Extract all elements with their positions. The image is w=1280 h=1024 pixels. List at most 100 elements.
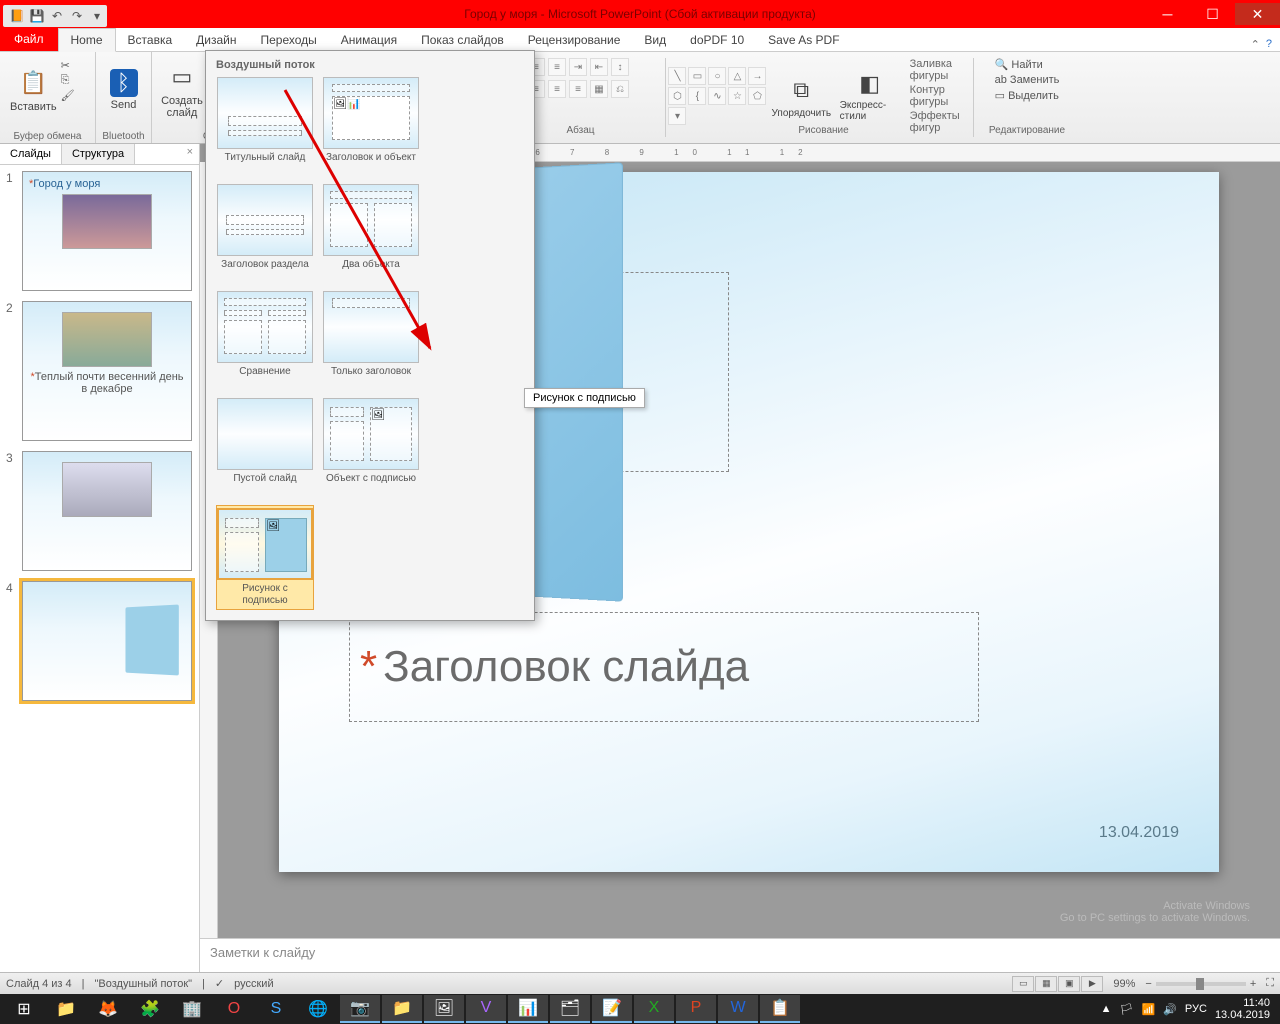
- app-icon-2[interactable]: 🏢: [172, 995, 212, 1023]
- tab-home[interactable]: Home: [58, 28, 116, 52]
- layout-option-comparison[interactable]: Сравнение: [216, 291, 314, 390]
- system-tray[interactable]: ▲ 🏳 📶 🔊 РУС 11:40 13.04.2019: [1101, 997, 1276, 1021]
- ribbon: 📋Вставить ✂ ⎘ 🖌 Буфер обмена ᛒSend Bluet…: [0, 52, 1280, 144]
- layout-option-title-slide[interactable]: Титульный слайд: [216, 77, 314, 176]
- status-language[interactable]: русский: [234, 978, 273, 990]
- select-button[interactable]: ▭ Выделить: [995, 89, 1060, 102]
- explorer-icon[interactable]: 📁: [46, 995, 86, 1023]
- taskbar-viber[interactable]: V: [466, 995, 506, 1023]
- chrome-icon[interactable]: 🌐: [298, 995, 338, 1023]
- taskbar-app-6[interactable]: 📋: [760, 995, 800, 1023]
- taskbar-app-4[interactable]: 📊: [508, 995, 548, 1023]
- taskbar-excel[interactable]: X: [634, 995, 674, 1023]
- taskbar-powerpoint[interactable]: P: [676, 995, 716, 1023]
- maximize-button[interactable]: ☐: [1190, 3, 1235, 25]
- panel-close-icon[interactable]: ×: [181, 144, 199, 164]
- opera-icon[interactable]: O: [214, 995, 254, 1023]
- tab-slides-panel[interactable]: Слайды: [0, 144, 62, 164]
- tray-time[interactable]: 11:40: [1215, 997, 1270, 1009]
- tray-flag-icon[interactable]: 🏳: [1120, 1003, 1134, 1016]
- zoom-slider[interactable]: −+: [1145, 978, 1256, 990]
- layout-tooltip: Рисунок с подписью: [524, 388, 645, 408]
- replace-button[interactable]: ab Заменить: [995, 74, 1060, 86]
- taskbar-app-5[interactable]: 🗂: [550, 995, 590, 1023]
- minimize-button[interactable]: ─: [1145, 3, 1190, 25]
- slideshow-view-button[interactable]: ▶: [1081, 976, 1103, 992]
- qat-more-icon[interactable]: ▾: [87, 6, 107, 26]
- close-button[interactable]: ✕: [1235, 3, 1280, 25]
- send-button[interactable]: ᛒSend: [102, 55, 145, 125]
- quick-styles-button[interactable]: ◧Экспресс-стили: [836, 68, 904, 124]
- redo-icon[interactable]: ↷: [67, 6, 87, 26]
- tray-network-icon[interactable]: 📶: [1142, 1003, 1156, 1016]
- shape-outline-button[interactable]: Контур фигуры: [910, 84, 979, 108]
- start-button[interactable]: ⊞: [4, 995, 44, 1023]
- find-button[interactable]: 🔍 Найти: [995, 58, 1060, 71]
- tray-language[interactable]: РУС: [1185, 1003, 1207, 1015]
- layout-option-picture-caption[interactable]: 🖼Рисунок с подписью: [216, 505, 314, 610]
- taskbar-word[interactable]: W: [718, 995, 758, 1023]
- layout-option-content-caption[interactable]: 🖼Объект с подписью: [322, 398, 420, 497]
- save-icon[interactable]: 💾: [27, 6, 47, 26]
- tab-animations[interactable]: Анимация: [329, 29, 409, 51]
- cut-icon[interactable]: ✂: [61, 59, 75, 72]
- fit-window-button[interactable]: ⛶: [1266, 977, 1274, 990]
- firefox-icon[interactable]: 🦊: [88, 995, 128, 1023]
- taskbar-notepad[interactable]: 📝: [592, 995, 632, 1023]
- title-placeholder[interactable]: *Заголовок слайда: [349, 612, 979, 722]
- help-icon[interactable]: ?: [1266, 38, 1272, 51]
- zoom-level[interactable]: 99%: [1113, 978, 1135, 990]
- layout-option-blank[interactable]: Пустой слайд: [216, 398, 314, 497]
- layout-option-section-header[interactable]: Заголовок раздела: [216, 184, 314, 283]
- view-buttons: ▭ ▦ ▣ ▶: [1012, 976, 1103, 992]
- arrange-icon: ⧉: [785, 74, 817, 106]
- new-slide-button[interactable]: ▭Создать слайд: [158, 55, 206, 125]
- new-slide-icon: ▭: [166, 61, 198, 93]
- layout-option-two-content[interactable]: Два объекта: [322, 184, 420, 283]
- tray-date[interactable]: 13.04.2019: [1215, 1009, 1270, 1021]
- app-icon[interactable]: 📙: [7, 6, 27, 26]
- layout-option-title-only[interactable]: Только заголовок: [322, 291, 420, 390]
- tab-file[interactable]: Файл: [0, 27, 58, 51]
- thumbnail-1[interactable]: *Город у моря: [22, 171, 192, 291]
- taskbar-app-3[interactable]: 🖼: [424, 995, 464, 1023]
- tab-design[interactable]: Дизайн: [184, 29, 248, 51]
- taskbar-app-2[interactable]: 📁: [382, 995, 422, 1023]
- paste-button[interactable]: 📋Вставить: [6, 55, 61, 125]
- group-bluetooth: Bluetooth: [96, 131, 151, 142]
- tab-view[interactable]: Вид: [632, 29, 678, 51]
- reading-view-button[interactable]: ▣: [1058, 976, 1080, 992]
- tab-slideshow[interactable]: Показ слайдов: [409, 29, 516, 51]
- ribbon-minimize-icon[interactable]: ⌃: [1251, 38, 1260, 51]
- thumbnail-2[interactable]: *Теплый почти весенний день в декабре: [22, 301, 192, 441]
- title-bar: 📙 💾 ↶ ↷ ▾ Город у моря - Microsoft Power…: [0, 0, 1280, 28]
- tab-insert[interactable]: Вставка: [116, 29, 185, 51]
- sorter-view-button[interactable]: ▦: [1035, 976, 1057, 992]
- tab-transitions[interactable]: Переходы: [248, 29, 328, 51]
- taskbar-app-1[interactable]: 📷: [340, 995, 380, 1023]
- quick-access-toolbar: 📙 💾 ↶ ↷ ▾: [3, 5, 107, 27]
- group-clipboard: Буфер обмена: [0, 131, 95, 142]
- thumbnail-3[interactable]: [22, 451, 192, 571]
- app-icon-1[interactable]: 🧩: [130, 995, 170, 1023]
- tray-up-icon[interactable]: ▲: [1101, 1003, 1112, 1015]
- tab-outline-panel[interactable]: Структура: [62, 144, 135, 164]
- spellcheck-icon[interactable]: ✓: [215, 977, 224, 990]
- shape-fill-button[interactable]: Заливка фигуры: [910, 58, 979, 82]
- tab-review[interactable]: Рецензирование: [516, 29, 633, 51]
- copy-icon[interactable]: ⎘: [61, 74, 75, 87]
- notes-pane[interactable]: Заметки к слайду: [200, 938, 1280, 972]
- format-painter-icon[interactable]: 🖌: [61, 89, 75, 102]
- tab-savepdf[interactable]: Save As PDF: [756, 29, 851, 51]
- tray-volume-icon[interactable]: 🔊: [1163, 1003, 1177, 1016]
- tab-dopdf[interactable]: doPDF 10: [678, 29, 756, 51]
- undo-icon[interactable]: ↶: [47, 6, 67, 26]
- slide-panel: Слайды Структура × 1 *Город у моря 2 *Те…: [0, 144, 200, 972]
- thumbnail-4[interactable]: [22, 581, 192, 701]
- layout-option-title-content[interactable]: 🖼📊Заголовок и объект: [322, 77, 420, 176]
- normal-view-button[interactable]: ▭: [1012, 976, 1034, 992]
- bluetooth-icon: ᛒ: [110, 69, 138, 97]
- layout-gallery: Воздушный поток Титульный слайд 🖼📊Заголо…: [205, 50, 535, 621]
- arrange-button[interactable]: ⧉Упорядочить: [773, 68, 830, 124]
- skype-icon[interactable]: S: [256, 995, 296, 1023]
